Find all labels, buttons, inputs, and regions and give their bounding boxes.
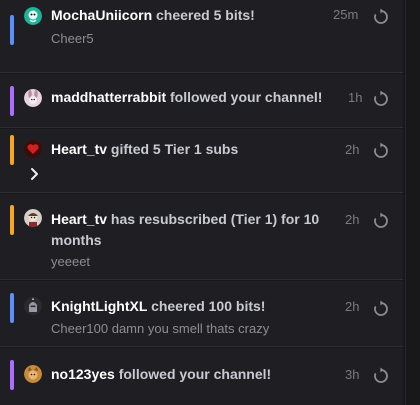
event-message: Cheer100 damn you smell thats crazy xyxy=(51,321,270,336)
follow-accent-bar xyxy=(10,360,14,390)
knight-avatar-icon[interactable] xyxy=(24,297,42,315)
event-time: 2h xyxy=(345,142,360,157)
activity-event-gift-subs: Heart_tv gifted 5 Tier 1 subs 2h xyxy=(0,129,403,193)
event-time: 2h xyxy=(345,212,360,227)
replay-icon[interactable] xyxy=(372,90,390,108)
event-headline: maddhatterrabbit followed your channel! xyxy=(51,87,347,108)
bits-accent-bar xyxy=(10,293,14,323)
event-username[interactable]: MochaUniicorn xyxy=(51,7,152,23)
event-headline: Heart_tv has resubscribed (Tier 1) for 1… xyxy=(51,209,343,251)
event-message: yeeeet xyxy=(51,254,91,269)
activity-event-follow: maddhatterrabbit followed your channel! … xyxy=(0,74,403,128)
subs-accent-bar xyxy=(10,135,14,165)
replay-icon[interactable] xyxy=(372,8,390,26)
event-username[interactable]: Heart_tv xyxy=(51,141,107,157)
scrollbar[interactable] xyxy=(405,0,420,405)
bits-accent-bar xyxy=(10,15,14,45)
event-username[interactable]: Heart_tv xyxy=(51,211,107,227)
event-message: Cheer5 xyxy=(51,31,94,46)
activity-event-cheer: KnightLightXL cheered 100 bits! Cheer100… xyxy=(0,281,403,347)
heart-avatar-icon[interactable] xyxy=(24,140,42,158)
chevron-right-icon[interactable] xyxy=(28,167,42,181)
activity-event-follow: no123yes followed your channel! 3h xyxy=(0,348,403,405)
rabbit-avatar-icon[interactable] xyxy=(24,89,42,107)
replay-icon[interactable] xyxy=(372,300,390,318)
event-time: 2h xyxy=(345,299,360,314)
activity-event-cheer: MochaUniicorn cheered 5 bits! Cheer5 25m xyxy=(0,0,403,73)
event-time: 25m xyxy=(333,7,359,22)
replay-icon[interactable] xyxy=(372,142,390,160)
activity-feed: MochaUniicorn cheered 5 bits! Cheer5 25m… xyxy=(0,0,420,405)
event-headline: Heart_tv gifted 5 Tier 1 subs xyxy=(51,139,347,160)
unicorn-avatar-icon[interactable] xyxy=(24,7,42,25)
event-time: 1h xyxy=(348,90,363,105)
event-username[interactable]: maddhatterrabbit xyxy=(51,89,166,105)
event-action: cheered 5 bits! xyxy=(156,7,255,23)
character-avatar-icon[interactable] xyxy=(24,209,42,227)
cat-avatar-icon[interactable] xyxy=(24,365,42,383)
subs-accent-bar xyxy=(10,205,14,235)
event-headline: MochaUniicorn cheered 5 bits! xyxy=(51,5,347,26)
event-action: gifted 5 Tier 1 subs xyxy=(110,141,239,157)
replay-icon[interactable] xyxy=(372,212,390,230)
follow-accent-bar xyxy=(10,86,14,116)
event-action: followed your channel! xyxy=(170,89,323,105)
event-action: cheered 100 bits! xyxy=(151,298,266,314)
replay-icon[interactable] xyxy=(372,367,390,385)
activity-event-resub: Heart_tv has resubscribed (Tier 1) for 1… xyxy=(0,194,403,280)
event-headline: no123yes followed your channel! xyxy=(51,364,347,385)
event-action: followed your channel! xyxy=(118,366,272,382)
event-username[interactable]: no123yes xyxy=(51,366,115,382)
event-username[interactable]: KnightLightXL xyxy=(51,298,147,314)
event-headline: KnightLightXL cheered 100 bits! xyxy=(51,296,347,317)
event-time: 3h xyxy=(345,367,360,382)
